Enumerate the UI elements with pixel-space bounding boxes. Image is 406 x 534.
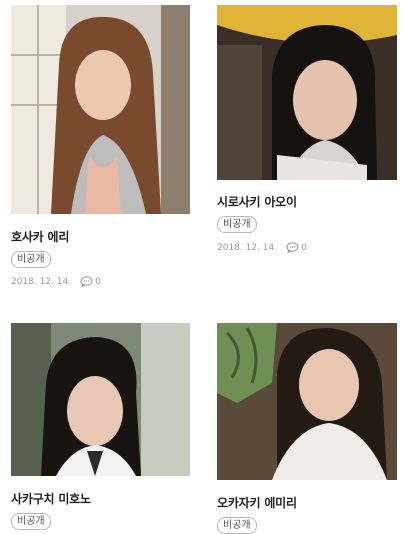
thumbnail-image-2 bbox=[217, 5, 397, 180]
post-thumbnail-3[interactable] bbox=[11, 323, 190, 476]
post-title-2[interactable]: 시로사키 아오이 bbox=[217, 193, 297, 210]
private-badge-4: 비공개 bbox=[217, 517, 257, 534]
post-title-3[interactable]: 사카구치 미호노 bbox=[11, 490, 91, 507]
thumbnail-image-3 bbox=[11, 323, 190, 476]
private-badge-1: 비공개 bbox=[11, 251, 51, 268]
post-date-2: 2018. 12. 14. bbox=[217, 242, 278, 253]
post-meta-1: 2018. 12. 14. 0 bbox=[11, 276, 101, 287]
post-meta-2: 2018. 12. 14. 0 bbox=[217, 242, 307, 253]
post-thumbnail-4[interactable] bbox=[217, 323, 397, 480]
post-title-1[interactable]: 호사카 에리 bbox=[11, 228, 69, 245]
thumbnail-image-1 bbox=[11, 5, 190, 214]
comment-bubble-icon bbox=[80, 276, 93, 287]
post-date-1: 2018. 12. 14. bbox=[11, 276, 72, 287]
private-badge-3: 비공개 bbox=[11, 513, 51, 530]
comment-count-2[interactable]: 0 bbox=[301, 243, 307, 253]
post-thumbnail-2[interactable] bbox=[217, 5, 397, 180]
comment-bubble-icon bbox=[286, 242, 299, 253]
post-title-4[interactable]: 오카자키 에미리 bbox=[217, 494, 297, 511]
private-badge-2: 비공개 bbox=[217, 216, 257, 233]
thumbnail-image-4 bbox=[217, 323, 397, 480]
comment-count-1[interactable]: 0 bbox=[95, 277, 101, 287]
post-thumbnail-1[interactable] bbox=[11, 5, 190, 214]
